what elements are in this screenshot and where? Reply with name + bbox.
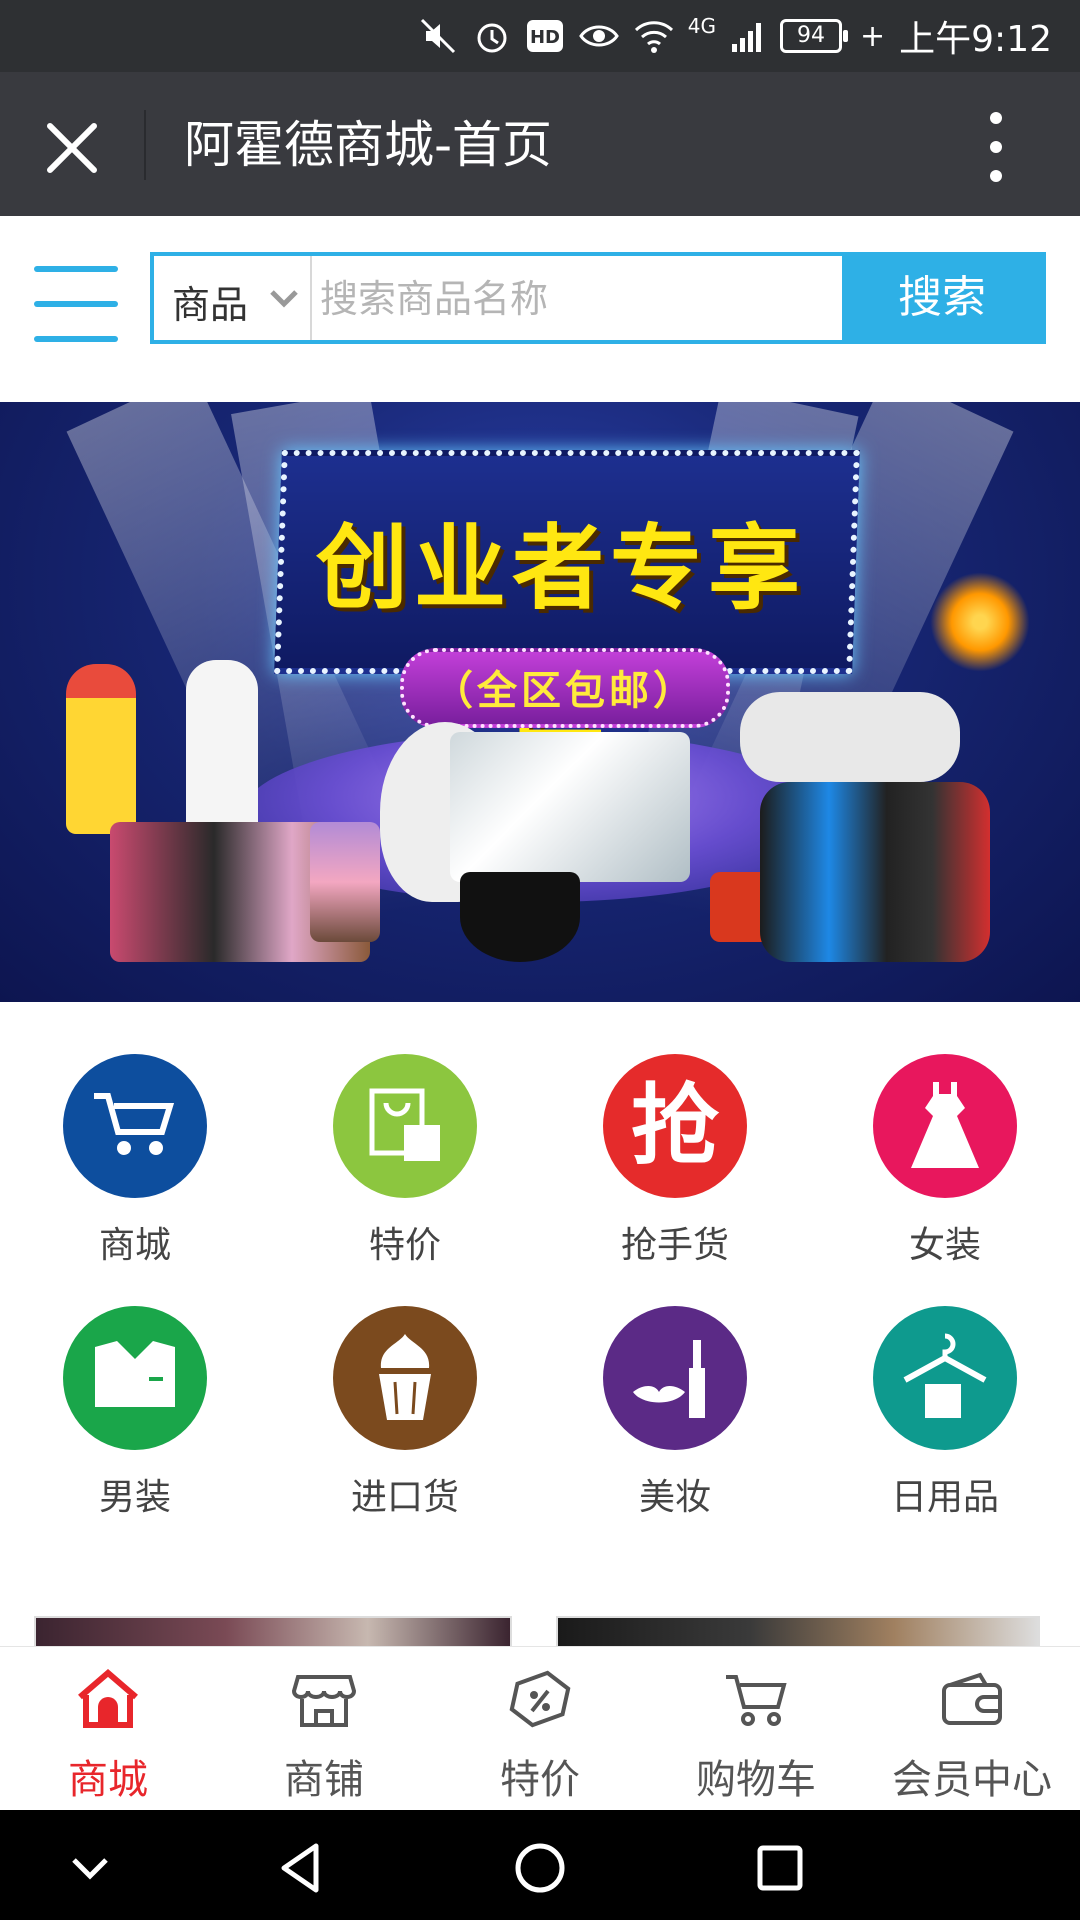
page-title: 阿霍德商城-首页: [184, 116, 553, 174]
hanger-icon: [873, 1306, 1017, 1450]
title-bar: 阿霍德商城-首页: [0, 72, 1080, 216]
product-image-firework: [930, 572, 1030, 672]
category-grid: 商城 特价 抢 抢手货 女装 男装 进口货 美妆 日用品: [0, 1032, 1080, 1532]
search-box: 商品 搜索: [150, 252, 1046, 344]
banner-subtitle: （全区包邮）: [433, 668, 697, 714]
close-icon[interactable]: [40, 116, 104, 180]
clock-time: 上午9:12: [899, 19, 1052, 60]
category-import[interactable]: 进口货: [270, 1284, 540, 1518]
home-store-icon: [78, 1669, 138, 1728]
tab-label: 商铺: [284, 1757, 364, 1803]
tab-label: 特价: [500, 1757, 580, 1803]
hd-icon: HD: [526, 20, 563, 52]
signal-icon: [732, 23, 762, 52]
cart-icon: [726, 1675, 787, 1726]
alarm-icon: [477, 23, 507, 53]
wifi-icon: [634, 21, 673, 53]
tab-special[interactable]: 特价: [432, 1647, 648, 1811]
hide-keyboard-icon[interactable]: [58, 1836, 122, 1900]
status-bar: HD 4G 94 + 上午9:12: [0, 0, 1080, 72]
product-card[interactable]: [556, 1616, 1040, 1648]
category-label: 抢手货: [620, 1225, 729, 1266]
category-special[interactable]: 特价: [270, 1032, 540, 1266]
tab-shop[interactable]: 商铺: [216, 1647, 432, 1811]
category-label: 美妆: [638, 1477, 711, 1518]
recent-apps-icon[interactable]: [748, 1836, 812, 1900]
category-label: 男装: [98, 1477, 171, 1518]
tab-member[interactable]: 会员中心: [864, 1647, 1080, 1811]
tab-cart[interactable]: 购物车: [648, 1647, 864, 1811]
network-type: 4G: [687, 14, 717, 38]
chevron-down-icon: [270, 290, 298, 308]
title-divider: [144, 110, 146, 180]
product-image-boxes: [450, 732, 690, 882]
category-label: 商城: [98, 1225, 171, 1266]
product-card[interactable]: [34, 1616, 512, 1648]
product-image-hairdryer: [740, 692, 960, 782]
more-options-icon[interactable]: [976, 112, 1016, 182]
search-button[interactable]: 搜索: [842, 256, 1042, 340]
tab-label: 购物车: [696, 1757, 816, 1803]
lipstick-icon: [603, 1306, 747, 1450]
suit-icon: [63, 1306, 207, 1450]
shop-icon: [291, 1675, 357, 1727]
discount-tag-icon: [509, 1670, 571, 1728]
category-women[interactable]: 女装: [810, 1032, 1080, 1266]
category-daily[interactable]: 日用品: [810, 1284, 1080, 1518]
bottom-tab-bar: 商城 商铺 特价 购物车 会员中心: [0, 1646, 1080, 1811]
back-icon[interactable]: [270, 1836, 334, 1900]
search-category-label: 商品: [172, 283, 249, 327]
wallet-icon: [942, 1672, 1002, 1725]
cart-icon: [63, 1054, 207, 1198]
hamburger-menu-icon[interactable]: [34, 266, 118, 342]
eye-icon: [578, 25, 619, 47]
shopping-bag-icon: [333, 1054, 477, 1198]
category-label: 日用品: [890, 1477, 999, 1518]
ice-cream-icon: [333, 1306, 477, 1450]
product-image-bottle-white: [186, 660, 258, 840]
charging-plus: +: [860, 18, 886, 54]
product-image-shavers: [760, 782, 990, 962]
category-beauty[interactable]: 美妆: [540, 1284, 810, 1518]
status-icons: HD 4G 94 + 上午9:12: [418, 12, 1052, 60]
navigation-bar: [0, 1810, 1080, 1920]
promo-banner[interactable]: 创业者专享区 （全区包邮）: [0, 402, 1080, 1002]
category-label: 进口货: [350, 1477, 459, 1518]
category-label: 特价: [368, 1225, 441, 1266]
search-category-select[interactable]: 商品: [154, 256, 312, 340]
home-icon[interactable]: [508, 1836, 572, 1900]
search-row: 商品 搜索: [0, 216, 1080, 402]
tab-label: 商城: [68, 1757, 148, 1803]
product-preview-strip: [0, 1592, 1080, 1648]
battery-indicator: 94: [780, 19, 849, 53]
product-image-bottle: [66, 664, 136, 834]
category-hot[interactable]: 抢 抢手货: [540, 1032, 810, 1266]
category-label: 女装: [908, 1225, 981, 1266]
mute-icon: [420, 18, 455, 54]
grab-glyph: 抢: [630, 1074, 719, 1177]
svg-text:HD: HD: [530, 27, 560, 48]
tab-label: 会员中心: [892, 1757, 1052, 1803]
category-men[interactable]: 男装: [0, 1284, 270, 1518]
tab-mall[interactable]: 商城: [0, 1647, 216, 1811]
dress-icon: [873, 1054, 1017, 1198]
search-input[interactable]: [318, 262, 842, 336]
product-image-palette: [310, 822, 380, 942]
product-image-underwear: [460, 872, 580, 962]
grab-icon: 抢: [603, 1054, 747, 1198]
category-mall[interactable]: 商城: [0, 1032, 270, 1266]
